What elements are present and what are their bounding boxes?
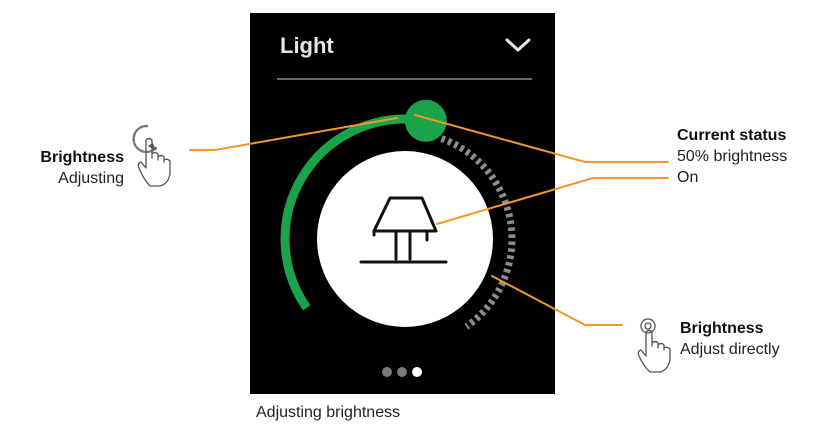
leader-line-status-lamp (436, 177, 669, 225)
leader-line-direct (491, 275, 623, 326)
callout-leader-lines (189, 114, 669, 326)
leader-line-status-knob (414, 114, 669, 163)
leader-line-adjusting (189, 117, 398, 151)
